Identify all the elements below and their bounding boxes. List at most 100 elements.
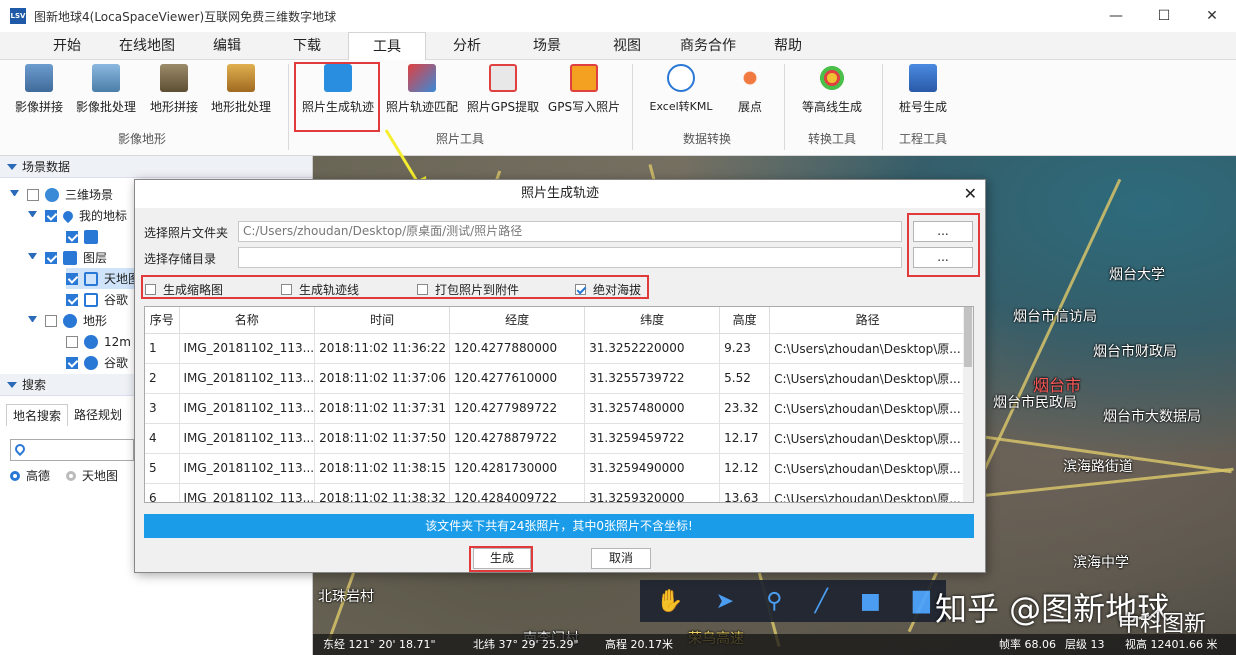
tree-item-tianditu[interactable]: 天地图 — [66, 268, 145, 289]
table-cell: C:\Users\zhoudan\Desktop\原... — [769, 393, 967, 424]
dialog-close-button[interactable]: ✕ — [964, 180, 977, 208]
tab-business[interactable]: 商务合作 — [670, 32, 746, 60]
place-marker-icon[interactable]: ⚲ — [766, 589, 782, 614]
table-cell: 5.52 — [719, 363, 771, 394]
table-cell: 2018:11:02 11:36:22 — [314, 333, 451, 364]
table-cell: C:\Users\zhoudan\Desktop\原... — [769, 423, 967, 454]
table-cell: IMG_20181102_113... — [179, 483, 316, 502]
map-label: 烟台市财政局 — [1093, 344, 1177, 360]
column-header[interactable]: 序号 — [145, 307, 180, 334]
image-mosaic-button[interactable]: 影像拼接 — [10, 64, 68, 120]
tab-tools[interactable]: 工具 — [348, 32, 426, 61]
table-row[interactable]: 4 IMG_20181102_113... 2018:11:02 11:37:5… — [145, 423, 967, 454]
column-header[interactable]: 名称 — [179, 307, 316, 334]
tab-scene[interactable]: 场景 — [518, 32, 576, 60]
save-dir-input[interactable] — [238, 247, 902, 268]
app-logo-icon: LSV — [10, 8, 26, 24]
radio-tianditu[interactable]: 天地图 — [66, 467, 118, 484]
tree-item-folder[interactable] — [66, 226, 104, 247]
tab-route-planning[interactable]: 路径规划 — [68, 404, 128, 426]
ribbon: 影像拼接 影像批处理 地形拼接 地形批处理 影像地形 照片生成轨迹 照片轨迹匹配… — [0, 60, 1236, 156]
checkbox[interactable] — [45, 209, 57, 222]
table-cell: 120.4278879722 — [449, 423, 586, 454]
tree-item-3d-scene[interactable]: 三维场景 — [10, 184, 113, 205]
checkbox[interactable] — [66, 230, 78, 243]
column-header[interactable]: 经度 — [449, 307, 586, 334]
checkbox[interactable] — [66, 356, 78, 369]
pin-icon — [60, 208, 76, 223]
info-bar: 该文件夹下共有24张照片，其中0张照片不含坐标! — [144, 514, 974, 538]
scene-panel-header[interactable]: 场景数据 — [0, 156, 312, 178]
tab-edit[interactable]: 编辑 — [198, 32, 256, 60]
checkbox[interactable] — [66, 272, 78, 285]
table-cell: C:\Users\zhoudan\Desktop\原... — [769, 483, 967, 502]
tab-view[interactable]: 视图 — [598, 32, 656, 60]
close-window-button[interactable]: ✕ — [1188, 0, 1236, 32]
map-label: 烟台市民政局 — [993, 395, 1077, 411]
map-label: 烟台市大数据局 — [1103, 409, 1201, 425]
tab-download[interactable]: 下载 — [278, 32, 336, 60]
column-header[interactable]: 纬度 — [584, 307, 721, 334]
radio-unselected-icon — [66, 470, 76, 481]
table-row[interactable]: 2 IMG_20181102_113... 2018:11:02 11:37:0… — [145, 363, 967, 394]
tab-analysis[interactable]: 分析 — [438, 32, 496, 60]
terrain-batch-button[interactable]: 地形批处理 — [208, 64, 274, 120]
table-cell: C:\Users\zhoudan\Desktop\原... — [769, 363, 967, 394]
tree-item-my-landmarks[interactable]: 我的地标 — [28, 205, 127, 226]
column-header[interactable]: 高度 — [719, 307, 771, 334]
tree-item-layers[interactable]: 图层 — [28, 247, 107, 268]
tab-start[interactable]: 开始 — [38, 32, 96, 60]
draw-rectangle-icon[interactable]: ■ — [860, 589, 881, 614]
gps-extract-button[interactable]: 照片GPS提取 — [466, 64, 540, 120]
excel-kml-button[interactable]: Excel转KML — [642, 64, 720, 120]
table-cell: 5 — [145, 453, 180, 484]
expand-icon[interactable] — [28, 211, 37, 220]
table-row[interactable]: 1 IMG_20181102_113... 2018:11:02 11:36:2… — [145, 333, 967, 364]
search-input[interactable] — [10, 439, 134, 461]
station-button[interactable]: 桩号生成 — [894, 64, 952, 120]
terrain-mosaic-button[interactable]: 地形拼接 — [146, 64, 202, 120]
table-cell: 13.63 — [719, 483, 771, 502]
maximize-button[interactable]: ☐ — [1140, 0, 1188, 32]
table-row[interactable]: 5 IMG_20181102_113... 2018:11:02 11:38:1… — [145, 453, 967, 484]
contour-button[interactable]: 等高线生成 — [796, 64, 868, 120]
tree-item-12m[interactable]: 12m — [66, 331, 131, 352]
tab-online-map[interactable]: 在线地图 — [108, 32, 186, 60]
checkbox[interactable] — [66, 293, 78, 306]
gps-write-icon — [570, 64, 598, 92]
select-arrow-icon[interactable]: ➤ — [716, 589, 734, 614]
checkbox[interactable] — [66, 335, 78, 348]
image-batch-button[interactable]: 影像批处理 — [74, 64, 138, 120]
pan-hand-icon[interactable]: ✋ — [656, 589, 683, 614]
tab-help[interactable]: 帮助 — [760, 32, 816, 60]
checkbox[interactable] — [45, 251, 57, 264]
table-row[interactable]: 6 IMG_20181102_113... 2018:11:02 11:38:3… — [145, 483, 967, 502]
table-row[interactable]: 3 IMG_20181102_113... 2018:11:02 11:37:3… — [145, 393, 967, 424]
tree-item-google-terrain[interactable]: 谷歌 — [66, 352, 128, 373]
cancel-button[interactable]: 取消 — [591, 548, 651, 569]
checkbox[interactable] — [27, 188, 39, 201]
table-scrollbar[interactable] — [963, 307, 973, 502]
draw-line-icon[interactable]: ╱ — [815, 589, 828, 614]
radio-gaode[interactable]: 高德 — [10, 467, 50, 484]
table-cell: IMG_20181102_113... — [179, 393, 316, 424]
group-label-engineering: 工程工具 — [898, 132, 947, 146]
expand-icon[interactable] — [28, 316, 37, 325]
minimize-button[interactable]: — — [1092, 0, 1140, 32]
tree-item-terrain[interactable]: 地形 — [28, 310, 107, 331]
group-label-photo: 照片工具 — [435, 132, 484, 146]
tree-item-google[interactable]: 谷歌 — [66, 289, 128, 310]
chart-icon[interactable]: ▇ — [913, 589, 930, 614]
photo-folder-input[interactable]: C:/Users/zhoudan/Desktop/原桌面/测试/照片路径 — [238, 221, 902, 242]
checkbox[interactable] — [45, 314, 57, 327]
expand-icon[interactable] — [10, 190, 19, 199]
column-header[interactable]: 时间 — [314, 307, 451, 334]
tab-place-search[interactable]: 地名搜索 — [6, 404, 69, 426]
show-points-button[interactable]: 展点 — [728, 64, 772, 120]
column-header[interactable]: 路径 — [769, 307, 967, 334]
photo-table: 序号 名称 时间 经度 纬度 高度 路径 1 IMG_20181102_113.… — [144, 306, 974, 503]
expand-icon[interactable] — [28, 253, 37, 262]
gps-write-button[interactable]: GPS写入照片 — [546, 64, 622, 120]
track-match-button[interactable]: 照片轨迹匹配 — [384, 64, 460, 120]
table-cell: 2018:11:02 11:37:06 — [314, 363, 451, 394]
